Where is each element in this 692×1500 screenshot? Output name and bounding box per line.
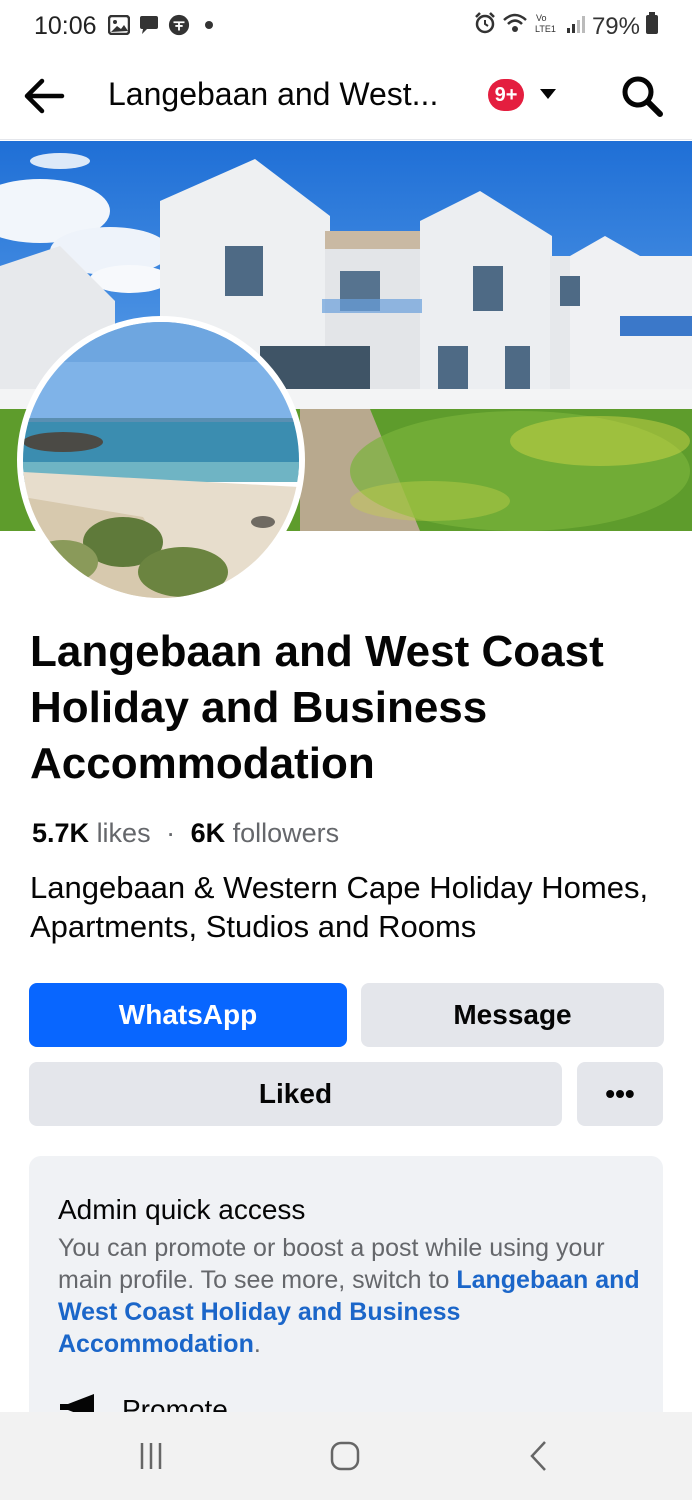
volte-icon: Vo LTE1 xyxy=(534,12,560,41)
likes-label[interactable]: likes xyxy=(97,818,151,848)
stats-separator: · xyxy=(166,818,176,848)
app-header: Langebaan and West... 9+ xyxy=(0,52,692,140)
dot-icon xyxy=(198,14,220,36)
battery-percent: 79% xyxy=(591,12,640,40)
home-button[interactable] xyxy=(323,1436,367,1476)
recent-apps-button[interactable] xyxy=(129,1436,173,1476)
system-navigation-bar xyxy=(0,1412,692,1500)
status-bar: 10:06 Vo LTE1 79% xyxy=(0,0,692,52)
profile-switch-dropdown[interactable] xyxy=(536,82,560,106)
status-system-icons: Vo LTE1 79% xyxy=(474,12,658,41)
followers-label[interactable]: followers xyxy=(233,818,340,848)
home-icon xyxy=(330,1441,360,1471)
page-name: Langebaan and West Coast Holiday and Bus… xyxy=(30,627,604,788)
admin-title: Admin quick access xyxy=(58,1194,306,1225)
message-button[interactable]: Message xyxy=(361,983,664,1047)
signal-icon xyxy=(566,13,586,41)
svg-text:LTE1: LTE1 xyxy=(535,24,556,34)
gallery-icon xyxy=(108,14,130,36)
more-options-button[interactable]: ••• xyxy=(577,1062,663,1126)
whatsapp-button[interactable]: WhatsApp xyxy=(29,983,347,1047)
nav-back-button[interactable] xyxy=(517,1436,561,1476)
likes-count: 5.7K xyxy=(32,818,90,848)
liked-button[interactable]: Liked xyxy=(29,1062,562,1126)
recent-apps-icon xyxy=(140,1443,162,1469)
status-notification-icons xyxy=(108,14,220,36)
battery-icon xyxy=(646,12,658,41)
admin-quick-access-card: Admin quick access You can promote or bo… xyxy=(29,1156,663,1436)
back-button[interactable] xyxy=(22,76,66,116)
profile-picture-image xyxy=(23,322,299,598)
status-time: 10:06 xyxy=(34,12,97,40)
svg-text:Vo: Vo xyxy=(536,13,547,23)
chevron-left-icon xyxy=(530,1441,546,1471)
wifi-icon xyxy=(502,12,528,41)
alarm-icon xyxy=(474,12,496,41)
admin-text-after-link: . xyxy=(253,1330,261,1358)
header-title[interactable]: Langebaan and West... xyxy=(108,76,438,113)
vpn-icon xyxy=(168,14,190,36)
search-icon xyxy=(622,76,663,117)
profile-picture[interactable] xyxy=(17,316,305,604)
notification-badge[interactable]: 9+ xyxy=(488,79,524,111)
chat-icon xyxy=(138,14,160,36)
arrow-left-icon xyxy=(24,78,65,114)
page-stats: 5.7K likes · 6K followers xyxy=(32,818,339,849)
search-button[interactable] xyxy=(620,74,664,118)
page-description: Langebaan & Western Cape Holiday Homes, … xyxy=(30,870,649,944)
caret-down-icon xyxy=(540,89,556,99)
admin-description: You can promote or boost a post while us… xyxy=(58,1232,648,1360)
followers-count: 6K xyxy=(190,818,226,848)
